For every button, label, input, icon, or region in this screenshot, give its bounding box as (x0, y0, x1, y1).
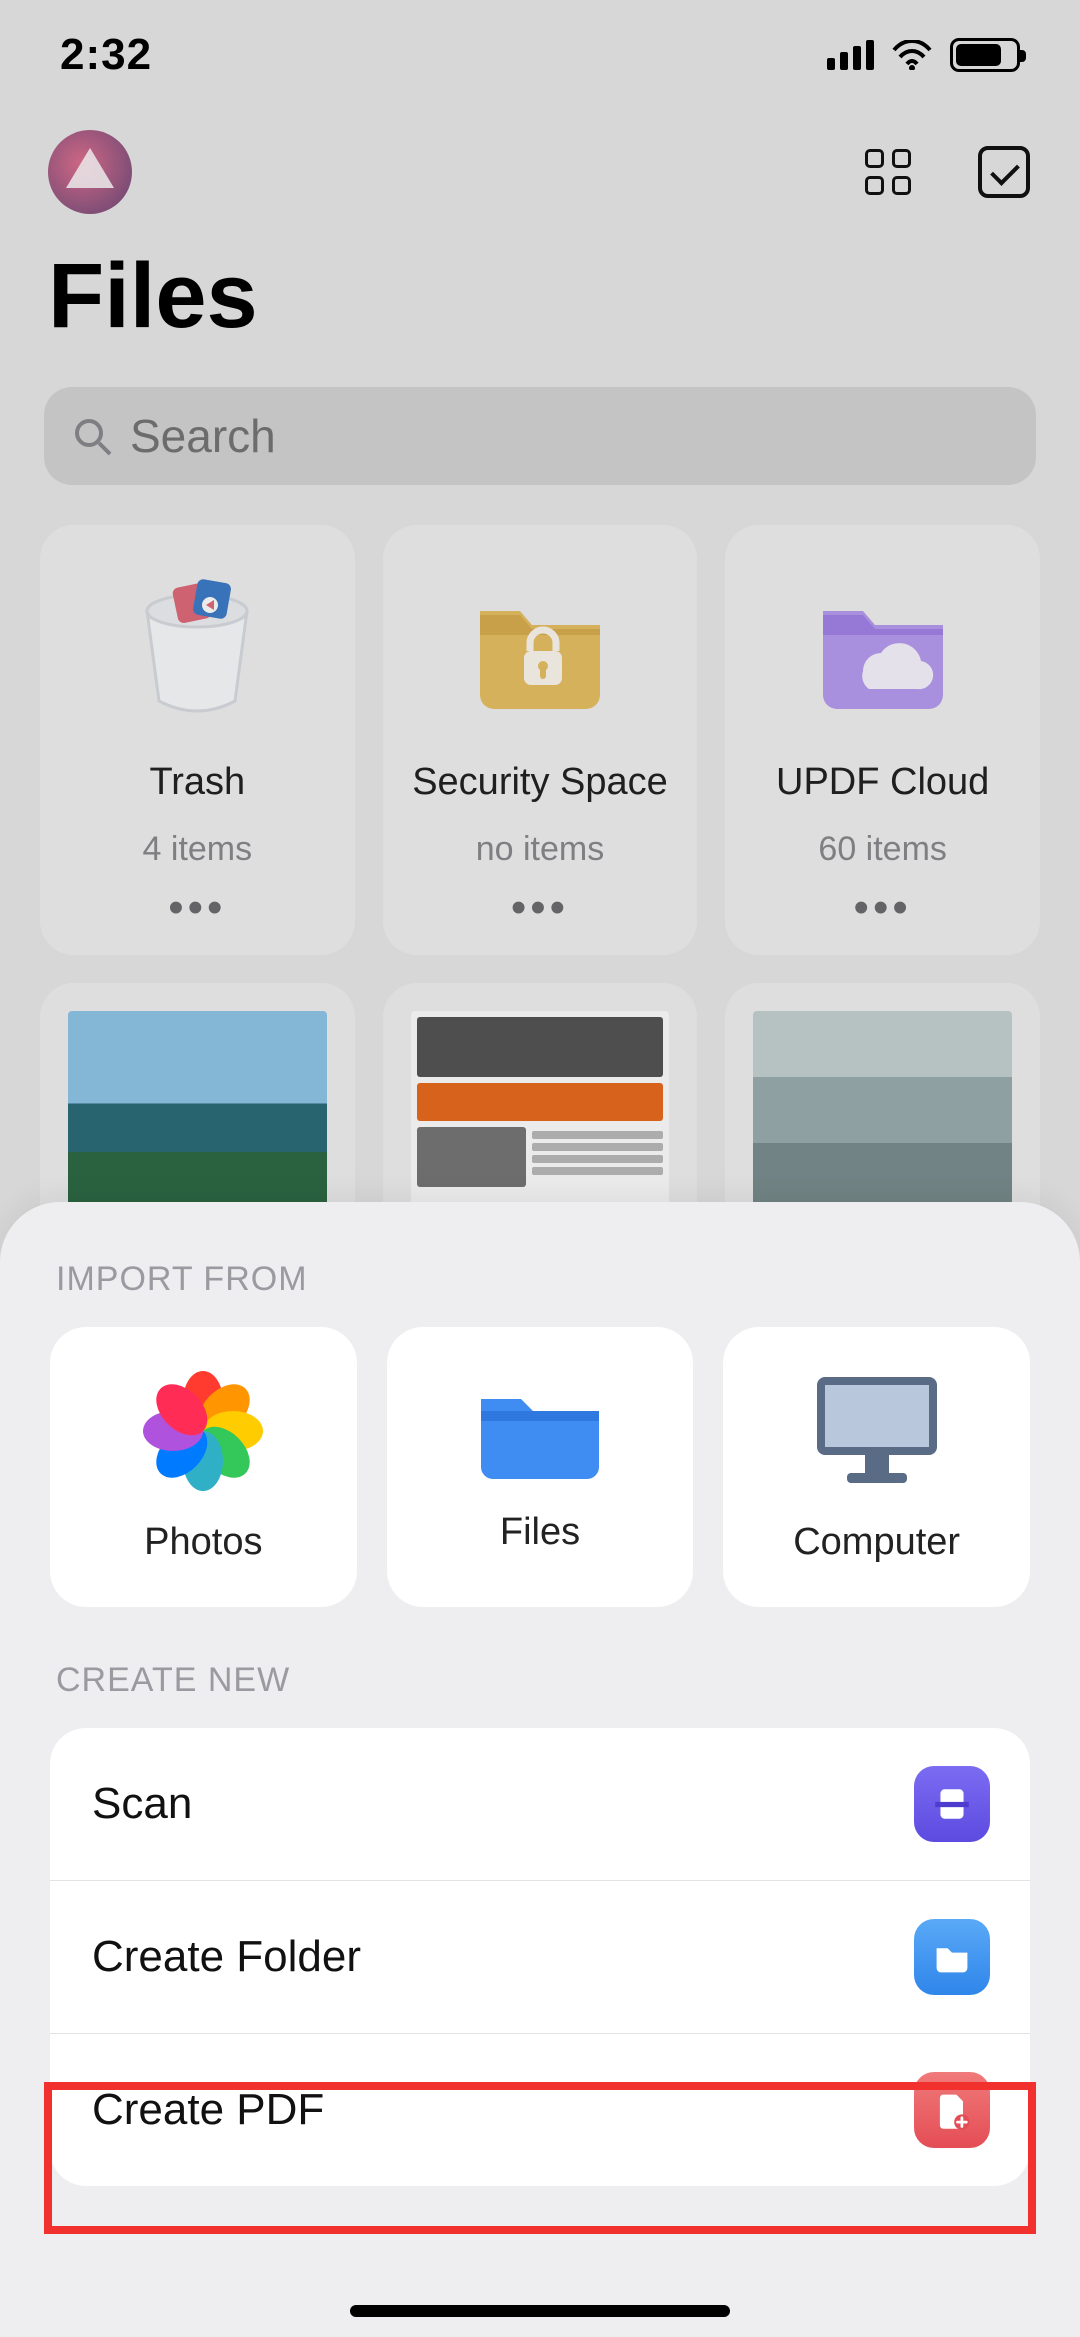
row-label: Create Folder (92, 1932, 361, 1982)
row-label: Scan (92, 1779, 192, 1829)
home-indicator[interactable] (350, 2305, 730, 2317)
create-pdf-row[interactable]: Create PDF (50, 2033, 1030, 2186)
import-row: Photos Files Computer (0, 1327, 1080, 1607)
folder-icon (914, 1919, 990, 1995)
import-photos-button[interactable]: Photos (50, 1327, 357, 1607)
import-label: Files (500, 1511, 580, 1554)
import-computer-button[interactable]: Computer (723, 1327, 1030, 1607)
row-label: Create PDF (92, 2085, 324, 2135)
import-label: Photos (144, 1521, 262, 1564)
scan-icon (914, 1766, 990, 1842)
computer-icon (807, 1371, 947, 1491)
photos-icon (143, 1371, 263, 1491)
files-folder-icon (475, 1381, 605, 1481)
add-sheet: IMPORT FROM Photos Files (0, 1202, 1080, 2337)
create-list: Scan Create Folder Create PDF (50, 1728, 1030, 2186)
create-pdf-icon (914, 2072, 990, 2148)
scan-row[interactable]: Scan (50, 1728, 1030, 1880)
import-section-title: IMPORT FROM (0, 1260, 1080, 1327)
create-section-title: CREATE NEW (0, 1607, 1080, 1728)
create-folder-row[interactable]: Create Folder (50, 1880, 1030, 2033)
import-label: Computer (793, 1521, 960, 1564)
import-files-button[interactable]: Files (387, 1327, 694, 1607)
